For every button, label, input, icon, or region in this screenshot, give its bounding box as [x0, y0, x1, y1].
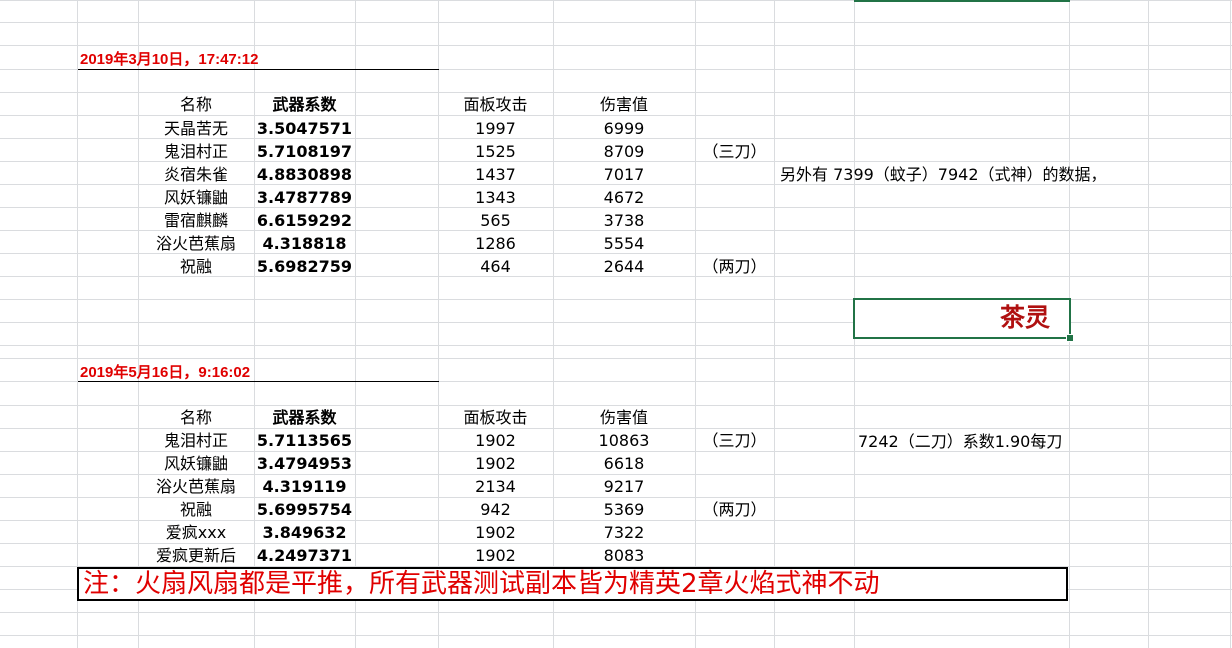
cell-damage[interactable]: 5554	[553, 232, 695, 255]
footer-note: 注：火扇风扇都是平推，所有武器测试副本皆为精英2章火焰式神不动	[83, 569, 880, 599]
spreadsheet-grid[interactable]: 2019年3月10日，17:47:12 名称 武器系数 面板攻击 伤害值 天晶苦无 3.5…	[0, 0, 1232, 648]
section1-title-underline	[78, 69, 439, 70]
cell-damage[interactable]: 2644	[553, 255, 695, 278]
selected-cell-text[interactable]: 茶灵	[1000, 300, 1066, 336]
cell-coef[interactable]: 5.7113565	[254, 429, 355, 452]
cell-note[interactable]	[695, 186, 774, 209]
cell-attack[interactable]: 1902	[438, 452, 553, 475]
cell-attack[interactable]: 942	[438, 498, 553, 521]
cell-name[interactable]: 浴火芭蕉扇	[138, 475, 254, 498]
cell-damage[interactable]: 6999	[553, 117, 695, 140]
cell-note[interactable]	[695, 232, 774, 255]
cell-name[interactable]: 爱疯xxx	[138, 521, 254, 544]
cell-attack[interactable]: 565	[438, 209, 553, 232]
column-gridline	[774, 0, 775, 648]
cell-damage[interactable]: 7322	[553, 521, 695, 544]
cell-note[interactable]: （两刀）	[695, 498, 774, 521]
footer-note-box[interactable]: 注：火扇风扇都是平推，所有武器测试副本皆为精英2章火焰式神不动	[77, 567, 1068, 601]
column-selection-indicator	[854, 0, 1070, 2]
cell-attack[interactable]: 2134	[438, 475, 553, 498]
cell-note[interactable]	[695, 163, 774, 186]
cell-coef[interactable]: 5.6995754	[254, 498, 355, 521]
row-gridline	[0, 45, 1232, 46]
cell-name[interactable]: 风妖镰鼬	[138, 452, 254, 475]
header-damage[interactable]: 伤害值	[553, 406, 695, 429]
row-gridline	[0, 345, 1232, 346]
cell-name[interactable]: 鬼泪村正	[138, 140, 254, 163]
header-attack[interactable]: 面板攻击	[438, 93, 553, 116]
cell-note[interactable]	[695, 452, 774, 475]
cell-damage[interactable]: 3738	[553, 209, 695, 232]
section1-side-note[interactable]: 另外有 7399（蚊子）7942（式神）的数据，	[780, 163, 1107, 186]
cell-name[interactable]: 天晶苦无	[138, 117, 254, 140]
cell-note[interactable]: （三刀）	[695, 140, 774, 163]
cell-name[interactable]: 雷宿麒麟	[138, 209, 254, 232]
header-name[interactable]: 名称	[138, 93, 254, 116]
cell-attack[interactable]: 1343	[438, 186, 553, 209]
cell-attack[interactable]: 1286	[438, 232, 553, 255]
cell-coef[interactable]: 5.6982759	[254, 255, 355, 278]
fill-handle[interactable]	[1066, 334, 1074, 342]
cell-attack[interactable]: 1902	[438, 429, 553, 452]
row-gridline	[0, 612, 1232, 613]
cell-name[interactable]: 祝融	[138, 255, 254, 278]
cell-damage[interactable]: 8709	[553, 140, 695, 163]
header-name[interactable]: 名称	[138, 406, 254, 429]
cell-name[interactable]: 爱疯更新后	[138, 544, 254, 567]
row-gridline	[0, 358, 1232, 359]
section2-title-underline	[78, 381, 439, 382]
header-coefficient[interactable]: 武器系数	[254, 93, 355, 116]
cell-note[interactable]	[695, 475, 774, 498]
cell-note[interactable]	[695, 209, 774, 232]
cell-coef[interactable]: 5.7108197	[254, 140, 355, 163]
cell-name[interactable]: 炎宿朱雀	[138, 163, 254, 186]
cell-attack[interactable]: 1902	[438, 544, 553, 567]
cell-note[interactable]: （两刀）	[695, 255, 774, 278]
cell-note[interactable]	[695, 521, 774, 544]
column-gridline	[1230, 0, 1231, 648]
cell-note[interactable]	[695, 544, 774, 567]
cell-damage[interactable]: 5369	[553, 498, 695, 521]
cell-coef[interactable]: 4.319119	[254, 475, 355, 498]
header-damage[interactable]: 伤害值	[553, 93, 695, 116]
section1-title: 2019年3月10日，17:47:12	[80, 51, 259, 68]
cell-damage[interactable]: 4672	[553, 186, 695, 209]
cell-damage[interactable]: 6618	[553, 452, 695, 475]
cell-attack[interactable]: 464	[438, 255, 553, 278]
cell-damage[interactable]: 9217	[553, 475, 695, 498]
row-gridline	[0, 635, 1232, 636]
cell-attack[interactable]: 1997	[438, 117, 553, 140]
cell-coef[interactable]: 4.2497371	[254, 544, 355, 567]
cell-coef[interactable]: 4.8830898	[254, 163, 355, 186]
cell-name[interactable]: 鬼泪村正	[138, 429, 254, 452]
cell-damage[interactable]: 7017	[553, 163, 695, 186]
section2-side-note[interactable]: 7242（二刀）系数1.90每刀	[858, 430, 1062, 453]
cell-coef[interactable]: 3.5047571	[254, 117, 355, 140]
cell-coef[interactable]: 4.318818	[254, 232, 355, 255]
column-gridline	[1148, 0, 1149, 648]
cell-name[interactable]: 浴火芭蕉扇	[138, 232, 254, 255]
cell-coef[interactable]: 3.4787789	[254, 186, 355, 209]
cell-name[interactable]: 祝融	[138, 498, 254, 521]
cell-coef[interactable]: 3.4794953	[254, 452, 355, 475]
column-gridline	[77, 0, 78, 648]
row-gridline	[0, 22, 1232, 23]
cell-attack[interactable]: 1437	[438, 163, 553, 186]
cell-note[interactable]	[695, 117, 774, 140]
cell-damage[interactable]: 10863	[553, 429, 695, 452]
cell-damage[interactable]: 8083	[553, 544, 695, 567]
cell-note[interactable]: （三刀）	[695, 429, 774, 452]
header-attack[interactable]: 面板攻击	[438, 406, 553, 429]
cell-name[interactable]: 风妖镰鼬	[138, 186, 254, 209]
header-coefficient[interactable]: 武器系数	[254, 406, 355, 429]
cell-coef[interactable]: 6.6159292	[254, 209, 355, 232]
column-gridline	[355, 0, 356, 648]
cell-attack[interactable]: 1525	[438, 140, 553, 163]
cell-attack[interactable]: 1902	[438, 521, 553, 544]
cell-coef[interactable]: 3.849632	[254, 521, 355, 544]
